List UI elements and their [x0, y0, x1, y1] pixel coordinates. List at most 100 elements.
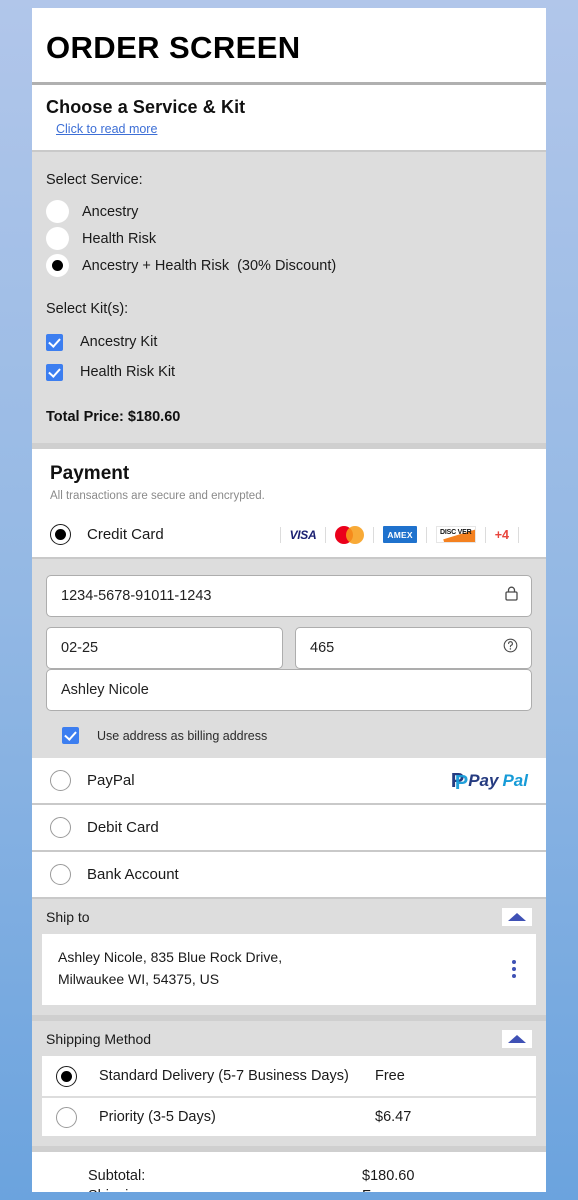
lock-icon — [505, 586, 518, 606]
billing-address-label: Use address as billing address — [97, 728, 268, 743]
shipping-method-title: Shipping Method — [46, 1031, 152, 1048]
payment-method-label: Debit Card — [87, 819, 159, 836]
choose-service-title: Choose a Service & Kit — [46, 97, 246, 117]
select-service-label: Select Service: — [46, 172, 143, 188]
radio-priority-delivery[interactable] — [56, 1106, 77, 1128]
payment-method-label: Credit Card — [87, 526, 164, 543]
address-options-menu-icon[interactable] — [508, 956, 520, 982]
brand-separator — [518, 526, 519, 543]
chevron-up-icon — [508, 1035, 526, 1044]
checkbox-use-address-as-billing[interactable] — [62, 727, 79, 744]
payment-title: Payment — [50, 463, 130, 484]
address-line-1: Ashley Nicole, 835 Blue Rock Drive, — [58, 949, 283, 965]
shipping-option-price: Free — [375, 1068, 405, 1085]
summary-row-subtotal: Subtotal: $180.60 — [32, 1166, 546, 1186]
visa-icon: VISA — [289, 527, 317, 542]
payment-method-credit-card[interactable]: Credit Card VISA AMEX DISC VER +4 — [32, 512, 546, 557]
discount-note: (30% Discount) — [237, 257, 337, 274]
kit-option-ancestry[interactable]: Ancestry Kit — [46, 327, 532, 357]
paypal-glyph: P — [451, 771, 469, 793]
checkbox-health-risk-kit[interactable] — [46, 363, 63, 381]
payment-section-header: Payment All transactions are secure and … — [32, 449, 546, 512]
ship-to-title: Ship to — [46, 909, 90, 925]
payment-method-debit-card[interactable]: Debit Card — [32, 805, 546, 850]
radio-health-risk[interactable] — [46, 227, 69, 250]
shipping-label: Shipping: — [32, 1188, 362, 1192]
question-circle-icon[interactable] — [503, 638, 518, 658]
card-expiry-value: 02-25 — [61, 640, 99, 656]
service-option-ancestry[interactable]: Ancestry — [46, 198, 532, 225]
paypal-wordmark-pal: Pal — [502, 770, 528, 790]
radio-ancestry-health-risk[interactable] — [46, 254, 69, 277]
choose-service-section: Choose a Service & Kit Click to read mor… — [32, 85, 546, 150]
paypal-icon: P Pay Pal — [451, 770, 528, 793]
card-brand-marks: VISA AMEX DISC VER +4 — [271, 525, 528, 544]
radio-standard-delivery[interactable] — [56, 1065, 77, 1087]
kit-option-label: Ancestry Kit — [80, 334, 158, 350]
card-expiry-cvv-row: 02-25 465 — [46, 627, 532, 669]
radio-bank-account[interactable] — [50, 864, 71, 885]
payment-method-bank-account[interactable]: Bank Account — [32, 852, 546, 897]
card-number-value: 1234-5678-91011-1243 — [61, 588, 212, 604]
service-option-health-risk[interactable]: Health Risk — [46, 225, 532, 252]
shipping-method-collapse-button[interactable] — [502, 1030, 532, 1049]
brand-separator — [373, 526, 375, 543]
card-name-field[interactable]: Ashley Nicole — [46, 669, 532, 711]
subtotal-label: Subtotal: — [88, 1168, 146, 1185]
billing-address-toggle[interactable]: Use address as billing address — [46, 727, 532, 744]
paypal-wordmark-pay: Pay — [468, 770, 499, 790]
payment-method-paypal[interactable]: PayPal P Pay Pal — [32, 758, 546, 803]
payment-method-label: Bank Account — [87, 866, 179, 883]
card-number-field[interactable]: 1234-5678-91011-1243 — [46, 575, 532, 617]
more-brands-badge[interactable]: +4 — [495, 528, 509, 542]
order-summary: Subtotal: $180.60 Shipping: Free Total: … — [32, 1152, 546, 1192]
kit-option-label: Health Risk Kit — [80, 364, 176, 380]
kit-option-health-risk[interactable]: Health Risk Kit — [46, 357, 532, 387]
shipping-option-priority[interactable]: Priority (3-5 Days) $6.47 — [42, 1096, 536, 1137]
mastercard-icon — [335, 525, 365, 544]
card-cvv-field[interactable]: 465 — [295, 627, 532, 669]
order-screen: ORDER SCREEN Choose a Service & Kit Clic… — [32, 8, 546, 1192]
service-option-label: Health Risk — [82, 230, 157, 247]
discover-icon: DISC VER — [435, 526, 476, 543]
ship-to-section: Ship to Ashley Nicole, 835 Blue Rock Dri… — [32, 899, 546, 1016]
service-total-price: Total Price: $180.60 — [46, 409, 181, 425]
radio-credit-card[interactable] — [50, 524, 71, 545]
page-header: ORDER SCREEN — [32, 8, 546, 82]
chevron-up-icon — [508, 913, 526, 921]
payment-method-label: PayPal — [87, 772, 135, 789]
summary-row-shipping: Shipping: Free — [32, 1186, 546, 1192]
subtotal-value: $180.60 — [362, 1168, 415, 1185]
radio-ancestry[interactable] — [46, 200, 69, 223]
address-line-2: Milwaukee WI, 54375, US — [58, 970, 220, 987]
brand-separator — [279, 526, 281, 543]
shipping-option-price: $6.47 — [375, 1109, 412, 1126]
service-selection-panel: Select Service: Ancestry Health Risk Anc… — [32, 152, 546, 443]
brand-separator — [484, 526, 486, 543]
service-option-ancestry-health-risk[interactable]: Ancestry + Health Risk (30% Discount) — [46, 252, 532, 279]
brand-separator — [425, 526, 427, 543]
shipping-address-text: Ashley Nicole, 835 Blue Rock Drive, Milw… — [58, 947, 282, 990]
radio-debit-card[interactable] — [50, 817, 71, 838]
payment-subtitle: All transactions are secure and encrypte… — [50, 490, 265, 502]
card-name-value: Ashley Nicole — [61, 682, 149, 698]
shipping-option-standard[interactable]: Standard Delivery (5-7 Business Days) Fr… — [42, 1056, 536, 1097]
brand-separator — [325, 526, 327, 543]
card-cvv-value: 465 — [310, 640, 335, 656]
shipping-value: Free — [362, 1188, 392, 1192]
select-kits-label: Select Kit(s): — [46, 301, 129, 317]
shipping-address-card[interactable]: Ashley Nicole, 835 Blue Rock Drive, Milw… — [42, 934, 536, 1006]
shipping-option-label: Priority (3-5 Days) — [99, 1109, 216, 1126]
radio-paypal[interactable] — [50, 770, 71, 791]
amex-icon: AMEX — [383, 526, 417, 543]
checkbox-ancestry-kit[interactable] — [46, 333, 63, 351]
ship-to-header: Ship to — [42, 908, 536, 934]
page-title: ORDER SCREEN — [46, 30, 301, 65]
ship-to-collapse-button[interactable] — [502, 908, 532, 926]
shipping-method-section: Shipping Method Standard Delivery (5-7 B… — [32, 1021, 546, 1147]
service-option-label: Ancestry + Health Risk (30% Discount) — [82, 257, 337, 274]
shipping-option-label: Standard Delivery (5-7 Business Days) — [99, 1068, 349, 1085]
shipping-method-header: Shipping Method — [42, 1030, 536, 1056]
read-more-link[interactable]: Click to read more — [56, 122, 157, 136]
card-expiry-field[interactable]: 02-25 — [46, 627, 283, 669]
